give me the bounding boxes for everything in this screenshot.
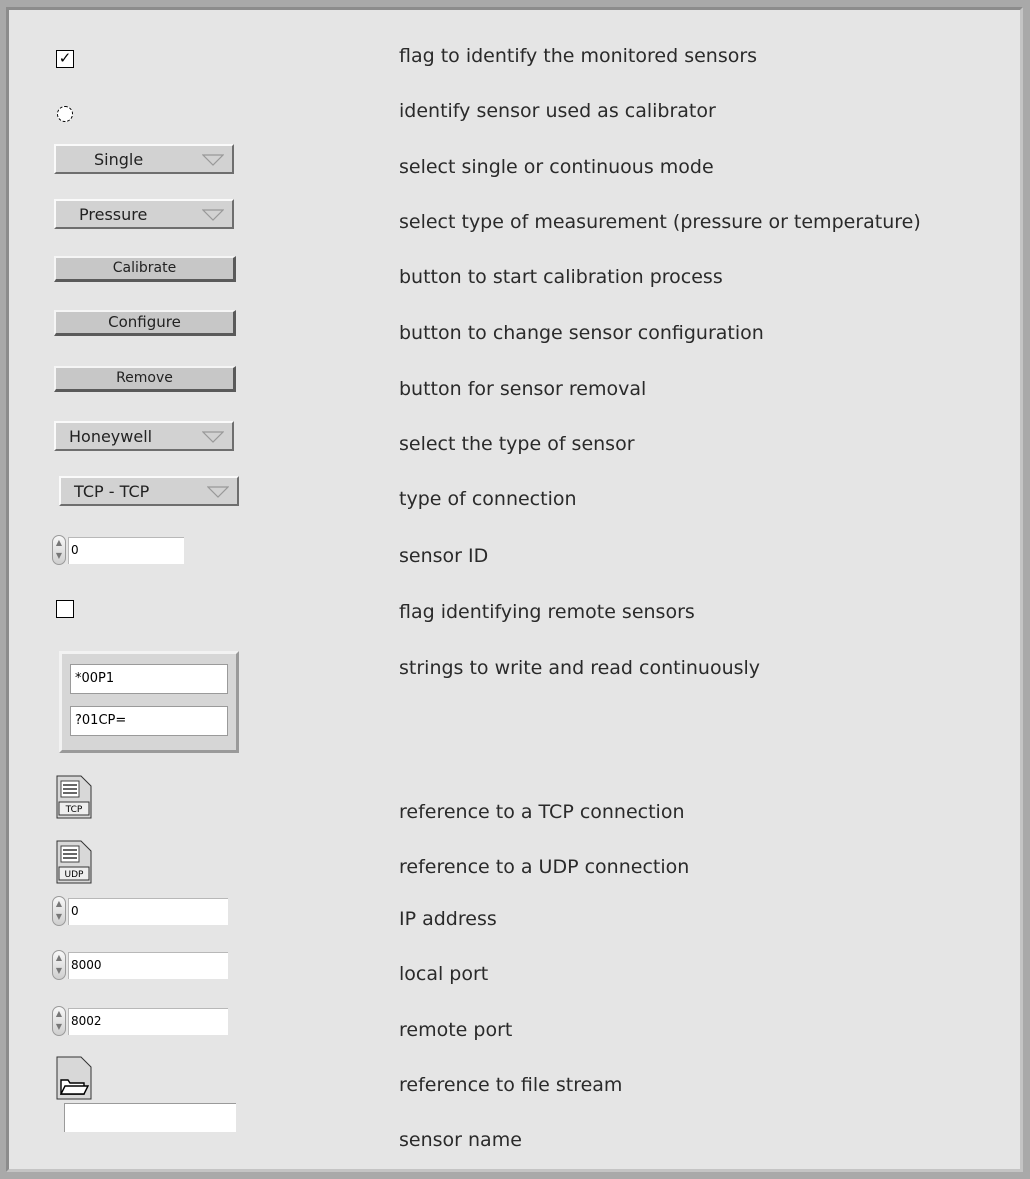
- desc-sensor-name: sensor name: [399, 1129, 522, 1151]
- up-down-arrows-icon[interactable]: ▲ ▼: [52, 896, 66, 926]
- measurement-type-ring[interactable]: Pressure: [54, 199, 234, 229]
- triangle-down-icon: [202, 154, 224, 166]
- ip-address-numeric[interactable]: ▲ ▼ 0: [52, 896, 237, 926]
- desc-sensor-type: select the type of sensor: [399, 433, 635, 455]
- desc-ip-address: IP address: [399, 908, 497, 930]
- connection-type-value: TCP - TCP: [74, 482, 150, 501]
- desc-udp-ref: reference to a UDP connection: [399, 856, 690, 878]
- sensor-id-numeric[interactable]: ▲ ▼ 0: [52, 535, 192, 565]
- desc-local-port: local port: [399, 963, 489, 985]
- configure-button[interactable]: Configure: [54, 310, 236, 336]
- desc-remote-flag: flag identifying remote sensors: [399, 601, 695, 623]
- sensor-type-ring[interactable]: Honeywell: [54, 421, 234, 451]
- string-array-item[interactable]: *00P1: [70, 664, 228, 694]
- tcp-connection-icon: TCP: [56, 775, 92, 819]
- up-down-arrows-icon[interactable]: ▲ ▼: [52, 535, 66, 565]
- string-array: *00P1 ?01CP=: [59, 651, 239, 753]
- mode-ring-value: Single: [94, 150, 144, 169]
- remote-port-numeric[interactable]: ▲ ▼ 8002: [52, 1006, 237, 1036]
- local-port-field[interactable]: 8000: [68, 952, 228, 979]
- ip-address-field[interactable]: 0: [68, 898, 228, 925]
- desc-remove: button for sensor removal: [399, 378, 647, 400]
- measurement-type-value: Pressure: [79, 205, 148, 224]
- sensor-name-field[interactable]: [64, 1103, 236, 1132]
- desc-measurement-type: select type of measurement (pressure or …: [399, 211, 921, 233]
- up-down-arrows-icon[interactable]: ▲ ▼: [52, 1006, 66, 1036]
- desc-sensor-id: sensor ID: [399, 545, 489, 567]
- desc-file-ref: reference to file stream: [399, 1074, 623, 1096]
- remote-flag-checkbox[interactable]: [56, 600, 74, 618]
- local-port-numeric[interactable]: ▲ ▼ 8000: [52, 950, 237, 980]
- udp-connection-icon: UDP: [56, 840, 92, 884]
- desc-configure: button to change sensor configuration: [399, 322, 764, 344]
- sensor-type-value: Honeywell: [69, 427, 153, 446]
- check-mark: ✓: [58, 49, 72, 67]
- remove-button[interactable]: Remove: [54, 366, 236, 392]
- folder-icon: [56, 1056, 92, 1100]
- connection-type-ring[interactable]: TCP - TCP: [59, 476, 239, 506]
- desc-strings: strings to write and read continuously: [399, 657, 761, 679]
- desc-calibrator: identify sensor used as calibrator: [399, 100, 716, 122]
- triangle-down-icon: [202, 431, 224, 443]
- calibrator-radio[interactable]: [57, 106, 73, 122]
- mode-ring[interactable]: Single: [54, 144, 234, 174]
- monitored-flag-checkbox[interactable]: ✓: [56, 50, 74, 68]
- front-panel: ✓ flag to identify the monitored sensors…: [6, 7, 1023, 1172]
- triangle-down-icon: [207, 486, 229, 498]
- calibrate-button[interactable]: Calibrate: [54, 256, 236, 282]
- desc-remote-port: remote port: [399, 1019, 513, 1041]
- desc-connection-type: type of connection: [399, 488, 577, 510]
- up-down-arrows-icon[interactable]: ▲ ▼: [52, 950, 66, 980]
- desc-monitored-flag: flag to identify the monitored sensors: [399, 45, 758, 67]
- desc-mode: select single or continuous mode: [399, 156, 714, 178]
- sensor-id-field[interactable]: 0: [68, 537, 184, 564]
- string-array-item[interactable]: ?01CP=: [70, 706, 228, 736]
- tcp-icon-label: TCP: [65, 805, 83, 815]
- remote-port-field[interactable]: 8002: [68, 1008, 228, 1035]
- triangle-down-icon: [202, 209, 224, 221]
- desc-calibrate: button to start calibration process: [399, 266, 723, 288]
- udp-icon-label: UDP: [65, 870, 85, 880]
- desc-tcp-ref: reference to a TCP connection: [399, 801, 685, 823]
